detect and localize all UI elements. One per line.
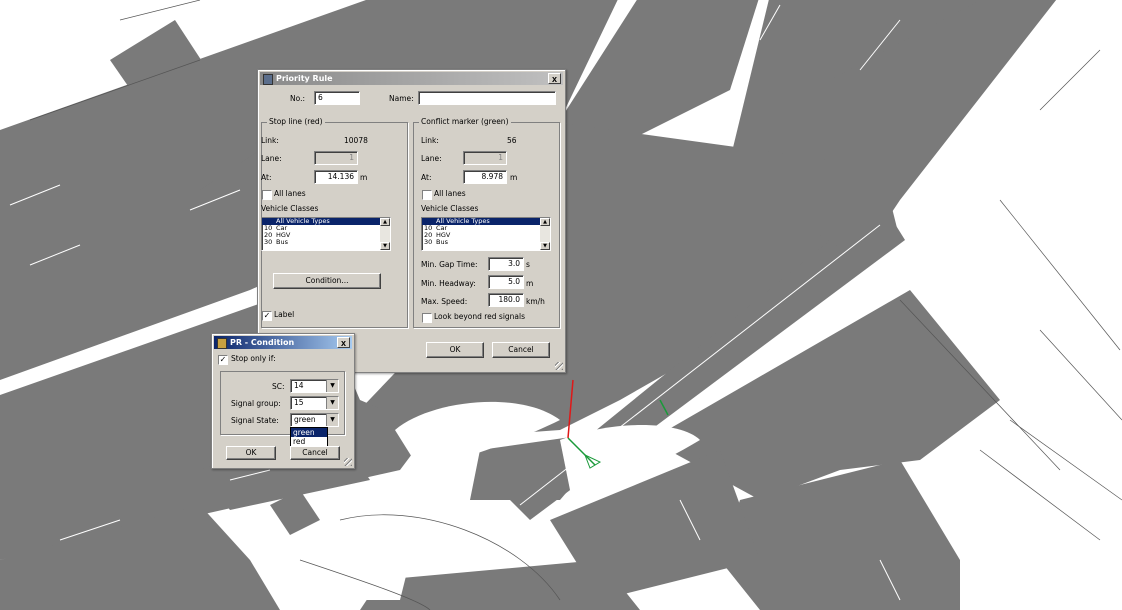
stop-vehicle-classes-label: Vehicle Classes [261,204,319,213]
dialog-title: Priority Rule [276,74,333,83]
conflict-at-field[interactable]: 8.978 [463,170,507,184]
chevron-down-icon[interactable]: ▼ [326,397,338,409]
min-gap-time-field[interactable]: 3.0 [488,257,524,271]
scrollbar[interactable]: ▲ ▼ [380,218,390,250]
label-checkbox[interactable]: ✓ [262,311,272,321]
max-speed-label: Max. Speed: [421,297,468,306]
no-label: No.: [290,94,305,103]
label-checkbox-label: Label [274,310,295,319]
priority-rule-dialog: Priority Rule x No.: 6 Name: Stop line (… [257,69,566,373]
app-icon [263,74,273,85]
scroll-down-icon[interactable]: ▼ [540,242,550,250]
stop-all-lanes-checkbox[interactable] [262,190,272,200]
list-item[interactable]: 30 Bus [422,239,550,246]
pr-condition-titlebar[interactable]: PR - Condition x [214,336,352,349]
signal-state-select[interactable]: green ▼ [290,413,339,427]
min-headway-field[interactable]: 5.0 [488,275,524,289]
option-green[interactable]: green [291,428,327,437]
conflict-link-label: Link: [421,136,439,145]
stop-at-label: At: [261,173,272,182]
look-beyond-label: Look beyond red signals [434,312,526,321]
min-gap-time-label: Min. Gap Time: [421,260,478,269]
stop-link-value: 10078 [344,136,368,145]
look-beyond-checkbox[interactable] [422,313,432,323]
conflict-vehicle-classes-list[interactable]: All Vehicle Types 10 Car 20 HGV 30 Bus ▲ ▼ [421,217,551,251]
conflict-marker-group-label: Conflict marker (green) [419,117,511,127]
stop-link-label: Link: [261,136,279,145]
min-headway-label: Min. Headway: [421,279,476,288]
resize-grip-icon[interactable] [555,362,563,370]
conflict-link-value: 56 [507,136,517,145]
cancel-button[interactable]: Cancel [492,342,550,358]
conflict-lane-field[interactable]: 1 [463,151,507,165]
stop-all-lanes-label: All lanes [274,189,306,198]
stop-at-unit: m [360,173,368,182]
close-button[interactable]: x [337,337,350,348]
conflict-vehicle-classes-label: Vehicle Classes [421,204,479,213]
ok-button[interactable]: OK [226,446,276,460]
app-icon [217,338,227,349]
priority-rule-titlebar[interactable]: Priority Rule x [260,72,563,85]
option-red[interactable]: red [291,437,327,446]
stop-line-group-label: Stop line (red) [267,117,325,127]
stop-at-field[interactable]: 14.136 [314,170,358,184]
pr-condition-dialog: PR - Condition x ✓ Stop only if: SC: 14 ▼… [211,333,355,469]
max-speed-field[interactable]: 180.0 [488,293,524,307]
ok-button[interactable]: OK [426,342,484,358]
stop-lane-label: Lane: [261,154,282,163]
max-speed-unit: km/h [526,297,545,306]
dialog-title: PR - Condition [230,338,295,347]
name-label: Name: [389,94,414,103]
conflict-at-label: At: [421,173,432,182]
min-headway-unit: m [526,279,534,288]
scroll-up-icon[interactable]: ▲ [380,218,390,226]
name-field[interactable] [418,91,556,105]
resize-grip-icon[interactable] [344,458,352,466]
sc-label: SC: [272,382,285,391]
conflict-all-lanes-checkbox[interactable] [422,190,432,200]
chevron-down-icon[interactable]: ▼ [326,380,338,392]
cancel-button[interactable]: Cancel [290,446,340,460]
signal-state-label: Signal State: [231,416,279,425]
stop-only-if-checkbox[interactable]: ✓ [218,355,228,365]
conflict-at-unit: m [510,173,518,182]
conflict-lane-label: Lane: [421,154,442,163]
signal-state-dropdown[interactable]: green red [290,427,328,447]
signal-group-select[interactable]: 15 ▼ [290,396,339,410]
stop-vehicle-classes-list[interactable]: All Vehicle Types 10 Car 20 HGV 30 Bus ▲ ▼ [261,217,391,251]
no-field[interactable]: 6 [314,91,360,105]
condition-button[interactable]: Condition... [273,273,381,289]
close-button[interactable]: x [548,73,561,84]
chevron-down-icon[interactable]: ▼ [326,414,338,426]
stop-only-if-label: Stop only if: [231,354,276,363]
scroll-down-icon[interactable]: ▼ [380,242,390,250]
list-item[interactable]: 30 Bus [262,239,390,246]
conflict-all-lanes-label: All lanes [434,189,466,198]
stop-lane-field[interactable]: 1 [314,151,358,165]
scroll-up-icon[interactable]: ▲ [540,218,550,226]
min-gap-time-unit: s [526,260,530,269]
sc-select[interactable]: 14 ▼ [290,379,339,393]
signal-group-label: Signal group: [231,399,281,408]
scrollbar[interactable]: ▲ ▼ [540,218,550,250]
